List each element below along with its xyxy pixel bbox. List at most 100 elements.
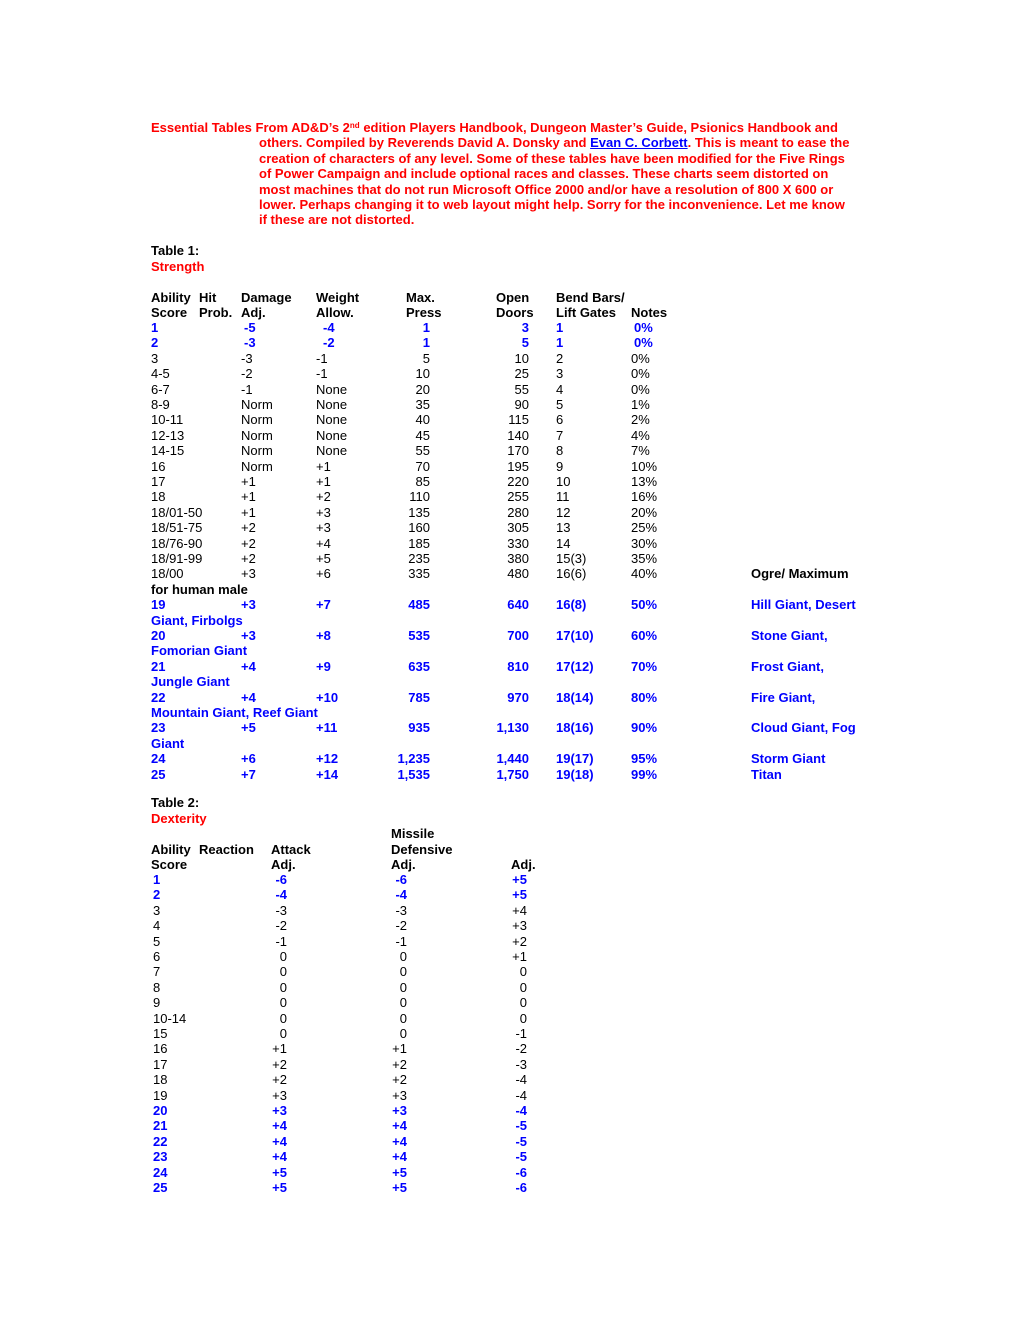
table2-cell-defense: -4 bbox=[515, 1072, 527, 1088]
table1-cell-dmg: +10 bbox=[316, 689, 339, 705]
table2-cell-missile: +2 bbox=[392, 1072, 407, 1088]
table1-cell-weight: 10 bbox=[415, 366, 430, 382]
table1-cell-notes: Stone Giant, bbox=[751, 628, 828, 643]
table1-cell-doors: 16(8) bbox=[556, 597, 587, 613]
table2-cell-missile: 0 bbox=[399, 995, 407, 1011]
table1-title: Strength bbox=[151, 259, 205, 274]
table1-cell-press: 140 bbox=[507, 427, 529, 443]
table2-cell-score: 19 bbox=[153, 1087, 168, 1103]
table1-cell-weight: 635 bbox=[408, 658, 430, 674]
table1-notes-continuation: for human male bbox=[151, 581, 248, 597]
table1-cell-score: 12-13 bbox=[151, 427, 185, 443]
table1-cell-press: 220 bbox=[507, 474, 529, 489]
table1-cell-doors: 19(18) bbox=[556, 766, 594, 782]
table1-cell-weight: 5 bbox=[422, 350, 430, 366]
table2-cell-defense: +5 bbox=[512, 872, 527, 887]
table1-cell-doors: 1 bbox=[556, 320, 564, 335]
table1-cell-hit: +2 bbox=[241, 551, 256, 566]
table1-cell-doors: 5 bbox=[556, 397, 564, 412]
table1-cell-hit: +7 bbox=[241, 766, 256, 782]
table2-cell-missile: -2 bbox=[395, 918, 407, 934]
table2-cell-missile: +2 bbox=[392, 1056, 407, 1072]
table2-cell-score: 22 bbox=[153, 1133, 168, 1149]
table1-cell-press: 90 bbox=[514, 397, 529, 412]
table2-title: Dexterity bbox=[151, 811, 207, 826]
table1-cell-press: 305 bbox=[507, 520, 529, 536]
table2-cell-defense: -4 bbox=[515, 1103, 527, 1118]
table1-cell-weight: 535 bbox=[408, 628, 430, 643]
table1-cell-score: 1 bbox=[151, 320, 159, 335]
table1-cell-press: 170 bbox=[507, 443, 529, 459]
table1-cell-doors: 18(14) bbox=[556, 689, 594, 705]
table1-cell-dmg: -1 bbox=[316, 366, 328, 382]
table1-cell-press: 700 bbox=[507, 628, 529, 643]
table1-cell-hit: +4 bbox=[241, 658, 256, 674]
table1-header-cell: Bend Bars/ bbox=[556, 290, 625, 305]
table2-cell-missile: 0 bbox=[399, 1010, 407, 1026]
table2-cell-defense: +1 bbox=[512, 949, 527, 964]
table2-header-cell: Defensive bbox=[391, 842, 453, 857]
table2-cell-score: 15 bbox=[153, 1026, 168, 1041]
table1-cell-weight: 1 bbox=[422, 335, 430, 351]
table2-cell-score: 6 bbox=[153, 949, 161, 964]
table1-cell-press: 10 bbox=[514, 350, 529, 366]
table1-cell-weight: 45 bbox=[415, 427, 430, 443]
table1-cell-bend: 13% bbox=[631, 474, 658, 489]
table1-cell-weight: 1,535 bbox=[397, 766, 430, 782]
table2-cell-defense: 0 bbox=[519, 1010, 527, 1026]
intro-line-7: if these are not distorted. bbox=[259, 212, 415, 228]
table2-cell-missile: 0 bbox=[399, 1026, 407, 1041]
table1-cell-doors: 6 bbox=[556, 412, 564, 428]
table2-cell-score: 23 bbox=[153, 1149, 168, 1165]
table1-notes-continuation: Jungle Giant bbox=[151, 674, 230, 690]
table1-cell-press: 255 bbox=[507, 489, 529, 505]
table1-cell-hit: Norm bbox=[241, 397, 273, 412]
table2-cell-score: 25 bbox=[153, 1180, 168, 1195]
table1-cell-bend: 40% bbox=[631, 566, 658, 582]
table1-cell-notes: Fire Giant, bbox=[751, 689, 816, 705]
table2-cell-defense: 0 bbox=[519, 964, 527, 980]
table2-cell-reaction: +2 bbox=[272, 1072, 287, 1088]
table1-cell-doors: 15(3) bbox=[556, 551, 587, 566]
table2-header-cell: Attack bbox=[271, 842, 311, 857]
table1-cell-press: 640 bbox=[507, 597, 529, 613]
table1-cell-hit: -3 bbox=[241, 350, 253, 366]
table1-cell-dmg: -4 bbox=[323, 320, 335, 335]
table1-cell-bend: 35% bbox=[631, 551, 658, 566]
table2-cell-missile: +4 bbox=[392, 1118, 407, 1134]
author-link[interactable]: Evan C. Corbett bbox=[590, 135, 688, 150]
table1-cell-doors: 9 bbox=[556, 458, 564, 474]
table1-cell-dmg: None bbox=[316, 427, 348, 443]
table1-cell-score: 14-15 bbox=[151, 443, 185, 459]
table1-cell-hit: Norm bbox=[241, 412, 273, 428]
table1-cell-press: 330 bbox=[507, 535, 529, 551]
table1-cell-press: 1,130 bbox=[496, 720, 529, 736]
table1-cell-hit: +6 bbox=[241, 751, 256, 767]
table2-cell-reaction: 0 bbox=[279, 979, 287, 995]
table1-cell-dmg: +1 bbox=[316, 458, 331, 474]
table1-cell-bend: 0% bbox=[634, 320, 653, 335]
table1-cell-hit: +3 bbox=[241, 597, 256, 613]
intro-title-line: Essential Tables From AD&D’s 2nd edition… bbox=[151, 120, 838, 135]
table1-cell-bend: 10% bbox=[631, 458, 658, 474]
table1-cell-dmg: None bbox=[316, 412, 348, 428]
table1-cell-weight: 185 bbox=[408, 535, 430, 551]
table1-cell-bend: 25% bbox=[631, 520, 658, 536]
table1-cell-notes: Cloud Giant, Fog bbox=[751, 720, 856, 736]
table1-cell-hit: +3 bbox=[241, 566, 256, 582]
intro-paragraph: Essential Tables From AD&D’s 2nd edition… bbox=[151, 120, 871, 228]
table2-cell-score: 18 bbox=[153, 1072, 168, 1088]
table2-cell-defense: +5 bbox=[512, 887, 527, 903]
table1-cell-press: 3 bbox=[521, 320, 529, 335]
table2-cell-reaction: +2 bbox=[272, 1056, 287, 1072]
table1-cell-score: 24 bbox=[151, 751, 166, 767]
table1-cell-bend: 95% bbox=[631, 751, 658, 767]
table2-cell-missile: -1 bbox=[395, 933, 407, 949]
table1-cell-doors: 14 bbox=[556, 535, 571, 551]
table2-cell-score: 20 bbox=[153, 1103, 168, 1118]
table2-cell-reaction: -4 bbox=[275, 887, 287, 903]
table2-header-cell: Adj. bbox=[271, 857, 296, 872]
table2-cell-missile: 0 bbox=[399, 964, 407, 980]
table1-header-cell: Notes bbox=[631, 305, 668, 320]
table2-cell-missile: 0 bbox=[399, 979, 407, 995]
